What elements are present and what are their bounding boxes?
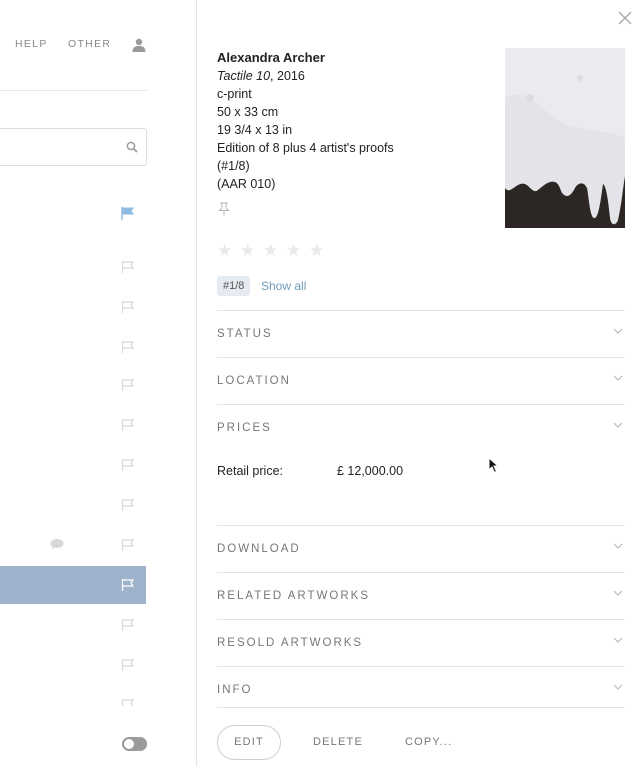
chevron-down-icon[interactable] (613, 421, 623, 429)
edition-info: Edition of 8 plus 4 artist's proofs (217, 141, 394, 155)
rating-stars[interactable]: ★ ★ ★ ★ ★ (217, 242, 332, 260)
edition-number: (#1/8) (217, 159, 250, 173)
section-status[interactable]: STATUS (217, 310, 625, 357)
comment-icon[interactable] (50, 538, 64, 550)
star-icon[interactable]: ★ (309, 242, 327, 260)
flag-icon[interactable] (121, 618, 135, 632)
list-row-selected[interactable] (0, 566, 146, 604)
search-input[interactable] (0, 128, 147, 166)
dimensions-in: 19 3/4 x 13 in (217, 123, 293, 137)
nav-other[interactable]: OTHER (68, 38, 111, 50)
chevron-down-icon[interactable] (613, 683, 623, 691)
search-icon[interactable] (126, 141, 138, 153)
flag-icon[interactable] (121, 418, 135, 432)
close-icon[interactable] (617, 10, 633, 26)
section-download[interactable]: DOWNLOAD (217, 525, 625, 572)
delete-button[interactable]: DELETE (313, 736, 363, 748)
artwork-detail-panel: Alexandra Archer Tactile 10, 2016 c-prin… (197, 0, 644, 766)
chevron-down-icon[interactable] (613, 327, 623, 335)
section-label: LOCATION (217, 375, 291, 387)
top-nav: HELP OTHER (0, 38, 197, 52)
chevron-down-icon[interactable] (613, 542, 623, 550)
flag-icon[interactable] (121, 458, 135, 472)
section-label: INFO (217, 684, 253, 696)
section-label: RELATED ARTWORKS (217, 590, 370, 602)
edit-button[interactable]: EDIT (217, 725, 281, 760)
title-line: Tactile 10, 2016 (217, 67, 497, 85)
artwork-medium: c-print (217, 87, 252, 101)
section-label: STATUS (217, 328, 273, 340)
dimensions-cm: 50 x 33 cm (217, 105, 279, 119)
star-icon[interactable]: ★ (217, 242, 235, 260)
artwork-info: Alexandra Archer Tactile 10, 2016 c-prin… (217, 49, 497, 193)
star-icon[interactable]: ★ (240, 242, 258, 260)
flag-icon[interactable] (121, 378, 135, 392)
artwork-year: , 2016 (270, 69, 305, 83)
flag-icon-active[interactable] (121, 206, 135, 220)
artwork-title: Tactile 10 (217, 69, 271, 83)
star-icon[interactable]: ★ (263, 242, 281, 260)
flag-icon[interactable] (121, 340, 135, 354)
flag-icon[interactable] (121, 300, 135, 314)
section-location[interactable]: LOCATION (217, 357, 625, 404)
section-resold-artworks[interactable]: RESOLD ARTWORKS (217, 619, 625, 666)
section-related-artworks[interactable]: RELATED ARTWORKS (217, 572, 625, 619)
divider (0, 90, 147, 91)
background-list-pane: HELP OTHER (0, 0, 197, 766)
flag-icon[interactable] (121, 658, 135, 672)
toggle-switch[interactable] (122, 737, 147, 751)
nav-help[interactable]: HELP (15, 38, 48, 50)
section-prices[interactable]: PRICES (217, 404, 625, 451)
section-label: DOWNLOAD (217, 543, 301, 555)
flag-icon[interactable] (121, 578, 135, 592)
section-label: RESOLD ARTWORKS (217, 637, 364, 649)
artwork-thumbnail[interactable] (505, 48, 625, 228)
star-icon[interactable]: ★ (286, 242, 304, 260)
edition-badge[interactable]: #1/8 (217, 276, 251, 296)
retail-price-label: Retail price: (217, 464, 283, 478)
pin-icon[interactable] (218, 202, 230, 216)
copy-button[interactable]: COPY... (405, 736, 452, 748)
artwork-code: (AAR 010) (217, 177, 276, 191)
retail-price-value: £ 12,000.00 (337, 464, 404, 478)
show-all-link[interactable]: Show all (261, 277, 306, 295)
section-info[interactable]: INFO (217, 666, 625, 708)
flag-icon[interactable] (121, 698, 135, 706)
chevron-down-icon[interactable] (613, 636, 623, 644)
user-icon[interactable] (132, 38, 146, 52)
section-label: PRICES (217, 422, 272, 434)
flag-icon[interactable] (121, 260, 135, 274)
chevron-down-icon[interactable] (613, 589, 623, 597)
flag-icon[interactable] (121, 538, 135, 552)
chevron-down-icon[interactable] (613, 374, 623, 382)
artist-name[interactable]: Alexandra Archer (217, 49, 497, 67)
flag-icon[interactable] (121, 498, 135, 512)
mouse-cursor-icon (488, 457, 500, 474)
